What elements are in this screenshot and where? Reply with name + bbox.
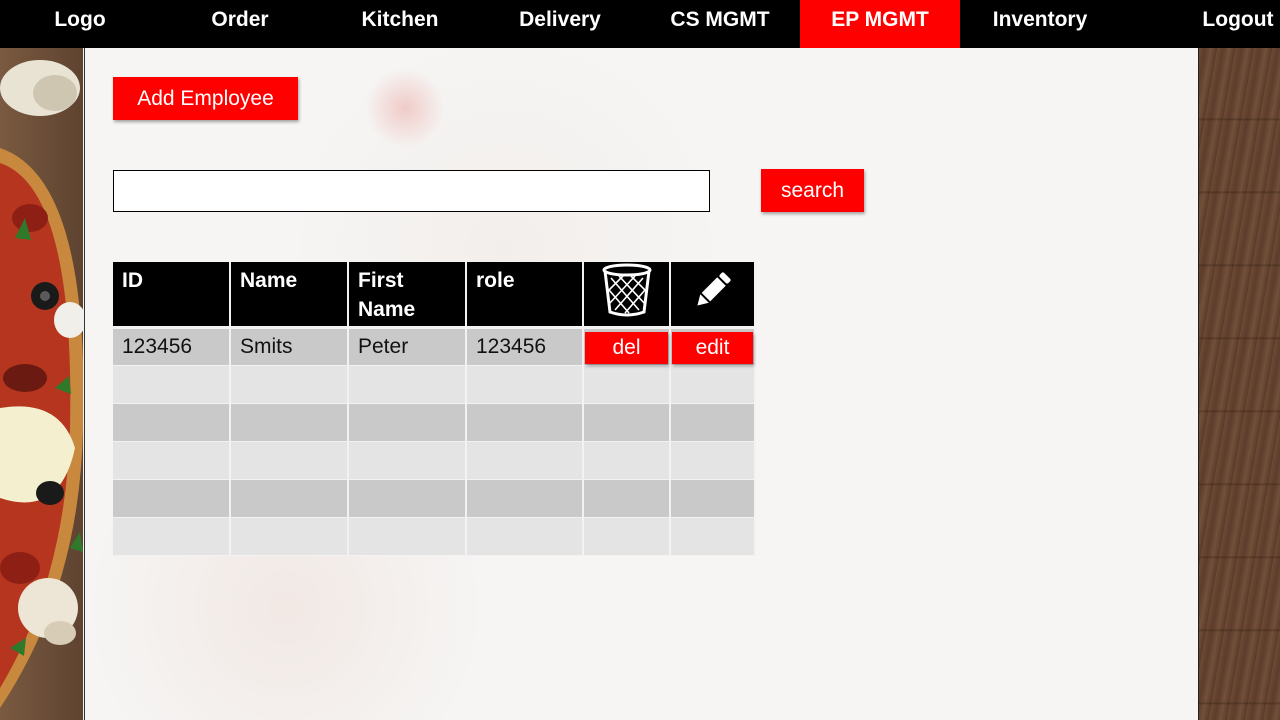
wood-background-panel [1198, 48, 1280, 720]
header-delete [583, 262, 671, 329]
nav-kitchen[interactable]: Kitchen [320, 0, 480, 48]
header-role: role [466, 262, 584, 329]
table-row-empty [113, 479, 756, 518]
pizza-background-image [0, 48, 83, 720]
nav-ep-mgmt[interactable]: EP MGMT [800, 0, 960, 48]
delete-button[interactable]: del [585, 332, 668, 364]
pizza-illustration [0, 48, 83, 720]
cell-role: 123456 [466, 327, 584, 366]
table-header-row: ID Name First Name role [113, 262, 756, 329]
nav-inventory[interactable]: Inventory [960, 0, 1120, 48]
cell-name: Smits [230, 327, 349, 366]
nav-cs-mgmt[interactable]: CS MGMT [640, 0, 800, 48]
top-nav: Logo Order Kitchen Delivery CS MGMT EP M… [0, 0, 1280, 48]
header-first-name: First Name [348, 262, 467, 329]
header-name: Name [230, 262, 349, 329]
add-employee-button[interactable]: Add Employee [113, 77, 298, 120]
header-edit [670, 262, 756, 329]
cell-delete: del [583, 327, 671, 366]
cell-first-name: Peter [348, 327, 467, 366]
cell-edit: edit [670, 327, 756, 366]
nav-delivery[interactable]: Delivery [480, 0, 640, 48]
pencil-icon [696, 272, 731, 306]
table-row-empty [113, 441, 756, 480]
table-row-empty [113, 365, 756, 404]
search-input[interactable] [113, 170, 710, 212]
table-row-empty [113, 403, 756, 442]
main-content: Add Employee search ID Name First Name r… [84, 48, 1198, 720]
cell-id: 123456 [113, 327, 231, 366]
table-row-empty [113, 517, 756, 556]
nav-logout[interactable]: Logout [1196, 0, 1280, 48]
nav-order[interactable]: Order [160, 0, 320, 48]
header-id: ID [113, 262, 231, 329]
search-button[interactable]: search [761, 169, 864, 212]
employee-table: ID Name First Name role 123456 Smits Pet… [113, 262, 756, 556]
table-row: 123456 Smits Peter 123456 del edit [113, 327, 756, 366]
nav-logo[interactable]: Logo [0, 0, 160, 48]
trash-icon [602, 263, 651, 317]
edit-button[interactable]: edit [672, 332, 753, 364]
